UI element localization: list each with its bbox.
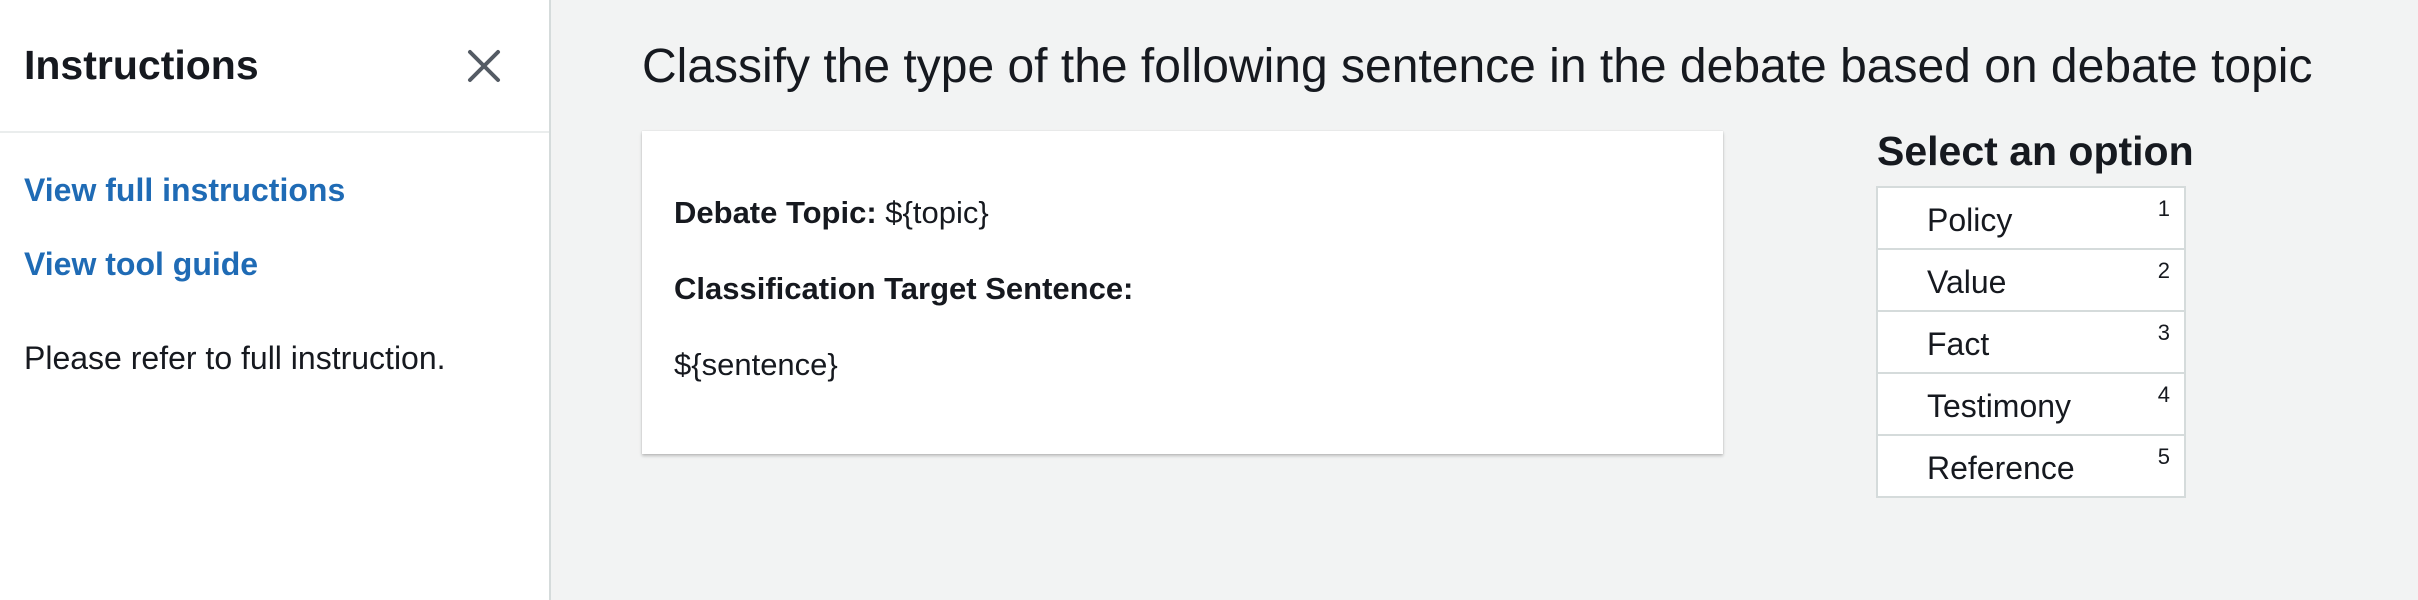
- option-shortcut-key: 2: [2157, 258, 2170, 283]
- option-fact[interactable]: Fact 3: [1878, 312, 2184, 374]
- option-label: Policy: [1927, 202, 2013, 238]
- option-label: Testimony: [1927, 388, 2072, 424]
- close-button[interactable]: [462, 44, 506, 88]
- option-shortcut-key: 5: [2157, 444, 2170, 469]
- option-reference[interactable]: Reference 5: [1878, 436, 2184, 496]
- content-card: Debate Topic: ${topic} Classification Ta…: [642, 131, 1723, 454]
- target-sentence-line: Classification Target Sentence:: [674, 270, 1133, 308]
- option-shortcut-key: 3: [2157, 320, 2170, 345]
- option-shortcut-key: 1: [2157, 196, 2170, 221]
- options-title: Select an option: [1877, 128, 2194, 174]
- option-value[interactable]: Value 2: [1878, 250, 2184, 312]
- target-sentence-label: Classification Target Sentence:: [674, 271, 1134, 306]
- sidebar-title: Instructions: [24, 42, 259, 88]
- view-full-instructions-link[interactable]: View full instructions: [24, 170, 345, 210]
- option-policy[interactable]: Policy 1: [1878, 188, 2184, 250]
- option-label: Value: [1927, 264, 2007, 300]
- option-testimony[interactable]: Testimony 4: [1878, 374, 2184, 436]
- sidebar-header: Instructions: [0, 0, 549, 133]
- option-shortcut-key: 4: [2157, 382, 2170, 407]
- close-icon: [468, 50, 500, 82]
- option-label: Fact: [1927, 326, 1990, 362]
- sidebar-note: Please refer to full instruction.: [24, 340, 446, 376]
- instructions-sidebar: Instructions View full instructions View…: [0, 0, 551, 600]
- view-tool-guide-link[interactable]: View tool guide: [24, 244, 258, 284]
- task-heading: Classify the type of the following sente…: [642, 40, 2313, 93]
- option-label: Reference: [1927, 450, 2075, 486]
- option-list: Policy 1 Value 2 Fact 3 Testimony 4 Refe…: [1876, 186, 2186, 498]
- debate-topic-line: Debate Topic: ${topic}: [674, 194, 989, 232]
- target-sentence-value: ${sentence}: [674, 347, 838, 382]
- debate-topic-value: ${topic}: [885, 195, 989, 230]
- debate-topic-label: Debate Topic:: [674, 195, 877, 230]
